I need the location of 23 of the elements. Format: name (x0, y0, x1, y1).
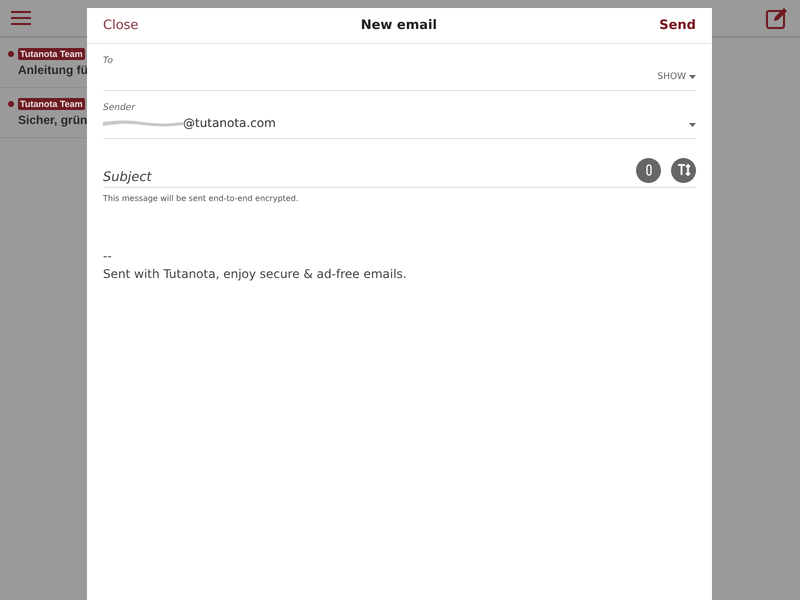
attach-button[interactable] (636, 158, 661, 182)
mail-subject: Anleitung fü (18, 63, 87, 77)
dialog-title: New email (360, 18, 437, 33)
menu-icon[interactable] (10, 10, 32, 26)
text-size-icon (676, 164, 690, 176)
field-label: Sender (103, 103, 136, 113)
paperclip-icon (644, 164, 652, 176)
send-button[interactable]: Send (659, 18, 696, 33)
caret-icon (689, 75, 696, 79)
sender-badge: Tutanota Team (18, 98, 85, 110)
close-button[interactable]: Close (103, 18, 138, 33)
mail-subject: Sicher, grün (18, 113, 87, 127)
subject-field[interactable]: Subject (103, 170, 636, 187)
dropdown-icon[interactable] (689, 122, 696, 126)
body-text: Sent with Tutanota, enjoy secure & ad-free emails. (103, 266, 408, 283)
text-format-button[interactable] (671, 158, 696, 182)
sender-badge: Tutanota Team (18, 48, 85, 60)
body-text: -- (103, 248, 113, 265)
field-label: To (103, 56, 113, 68)
encryption-note: This message will be sent end-to-end encrypted. (103, 194, 300, 203)
sender-address: @tutanota.com (183, 116, 276, 130)
compose-icon[interactable] (766, 7, 790, 29)
show-button[interactable]: SHOW (658, 72, 696, 82)
